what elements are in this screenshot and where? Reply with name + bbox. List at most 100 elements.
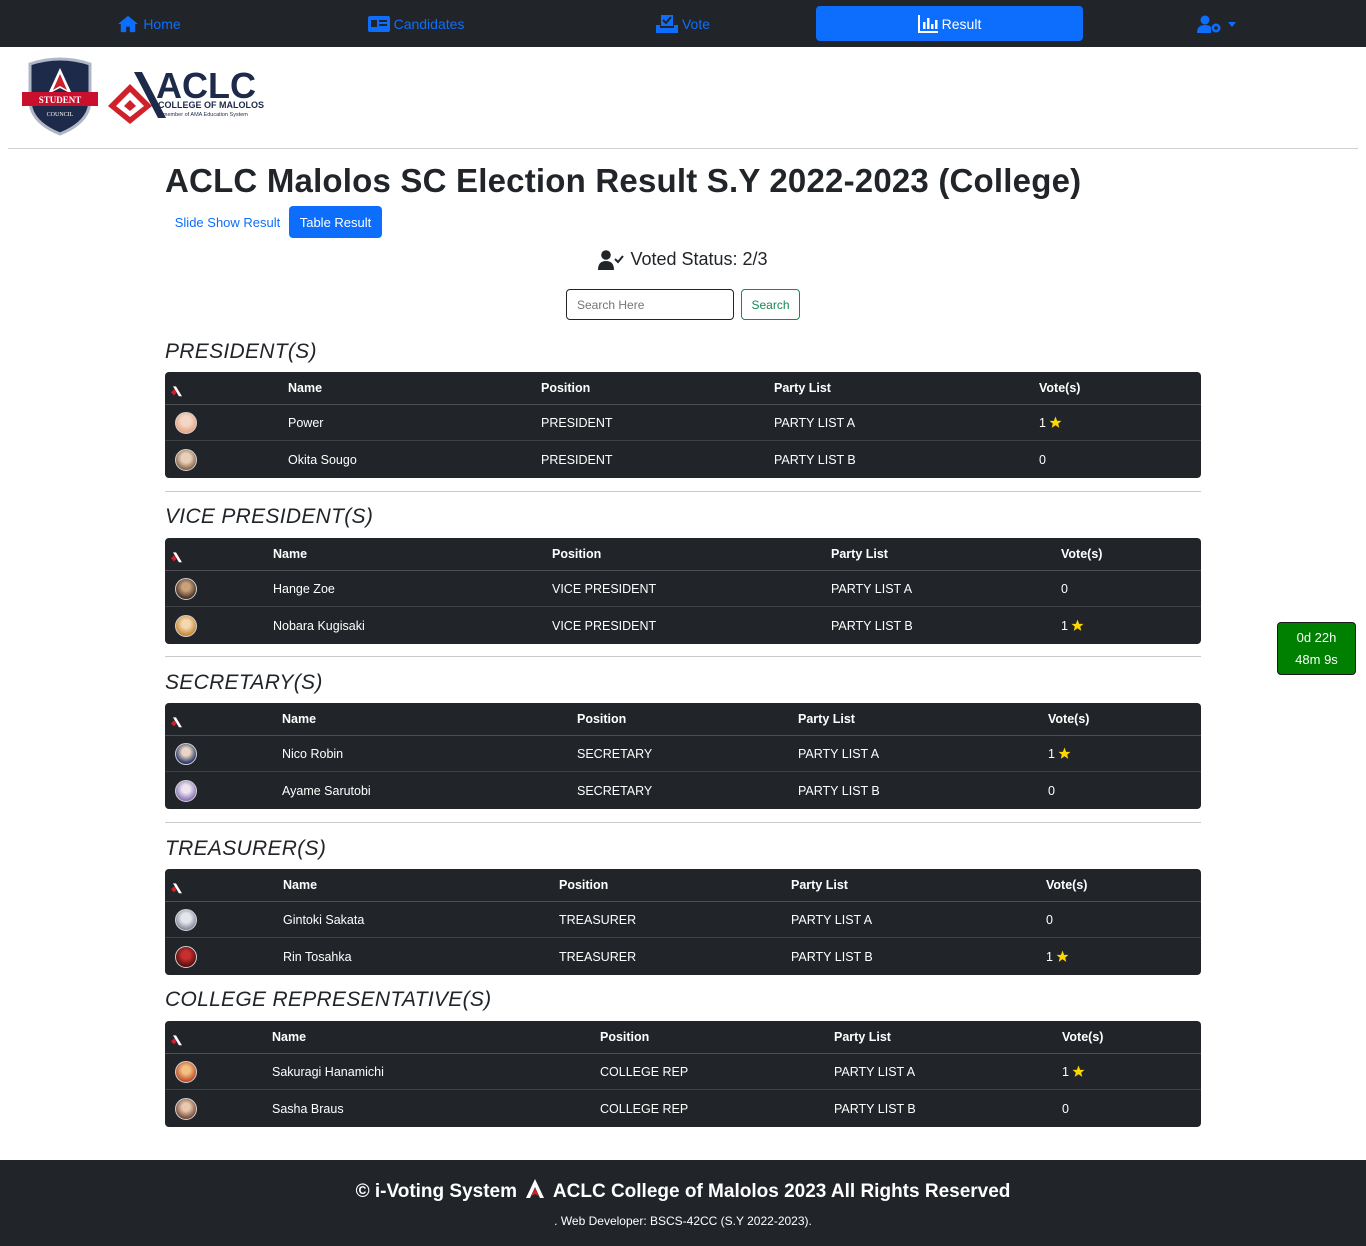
col-party: Party List bbox=[834, 1030, 891, 1044]
candidate-party: PARTY LIST B bbox=[798, 783, 880, 798]
candidate-avatar bbox=[175, 945, 197, 968]
candidate-position: SECRETARY bbox=[577, 746, 653, 761]
nav-result-label: Result bbox=[941, 15, 982, 32]
col-votes: Vote(s) bbox=[1062, 1030, 1104, 1044]
user-menu-dropdown[interactable] bbox=[1190, 6, 1242, 41]
candidate-position: TREASURER bbox=[559, 912, 637, 927]
candidate-votes: 1 bbox=[1061, 619, 1084, 633]
star-icon bbox=[1058, 747, 1071, 759]
vote-count: 1 bbox=[1048, 746, 1055, 761]
nav-vote-label: Vote bbox=[681, 15, 711, 32]
candidate-party: PARTY LIST A bbox=[831, 581, 913, 596]
results-table-president: Name Position Party List Vote(s) Power P… bbox=[165, 372, 1201, 478]
table-header: Name Position Party List Vote(s) bbox=[165, 372, 1201, 405]
aclc-mini-logo-icon bbox=[171, 386, 182, 397]
table-row: Sasha Braus COLLEGE REP PARTY LIST B 0 bbox=[165, 1090, 1201, 1127]
table-row: Ayame Sarutobi SECRETARY PARTY LIST B 0 bbox=[165, 772, 1201, 809]
header-logos: STUDENT COUNCIL ACLC COLLEGE OF MALOLOS … bbox=[22, 56, 282, 136]
section-title-secretary: SECRETARY(S) bbox=[165, 671, 323, 694]
footer-copyright-right: ACLC College of Malolos 2023 All Rights … bbox=[552, 1181, 1011, 1202]
candidate-party: PARTY LIST B bbox=[834, 1101, 916, 1116]
col-party: Party List bbox=[798, 712, 855, 726]
aclc-college-text: COLLEGE OF MALOLOS bbox=[158, 100, 264, 110]
candidate-name: Power bbox=[288, 415, 324, 430]
top-navbar: Home Candidates Vote Result bbox=[0, 0, 1366, 47]
bar-chart-icon bbox=[917, 14, 938, 33]
section-title-president: PRESIDENT(S) bbox=[165, 340, 317, 363]
results-table-treasurer: Name Position Party List Vote(s) Gintoki… bbox=[165, 869, 1201, 975]
aclc-mini-logo-icon bbox=[171, 552, 182, 563]
col-votes: Vote(s) bbox=[1039, 381, 1081, 395]
candidate-avatar bbox=[175, 577, 197, 600]
col-name: Name bbox=[282, 712, 317, 726]
vote-box-icon bbox=[655, 14, 678, 33]
col-name: Name bbox=[272, 1030, 307, 1044]
star-icon bbox=[1071, 619, 1084, 631]
candidate-party: PARTY LIST B bbox=[831, 618, 913, 633]
candidate-name: Ayame Sarutobi bbox=[282, 783, 371, 798]
nav-result[interactable]: Result bbox=[816, 6, 1083, 41]
vote-count: 1 bbox=[1046, 949, 1053, 964]
section-divider bbox=[165, 822, 1201, 823]
col-position: Position bbox=[552, 547, 602, 561]
candidate-votes: 1 bbox=[1039, 416, 1062, 430]
candidate-name: Nobara Kugisaki bbox=[273, 618, 365, 633]
section-divider bbox=[165, 656, 1201, 657]
vote-count: 1 bbox=[1062, 1064, 1069, 1079]
nav-home[interactable]: Home bbox=[110, 6, 188, 41]
search-button[interactable]: Search bbox=[741, 289, 800, 320]
col-position: Position bbox=[577, 712, 627, 726]
header-divider bbox=[8, 148, 1358, 149]
candidate-name: Sakuragi Hanamichi bbox=[272, 1064, 384, 1079]
candidate-party: PARTY LIST A bbox=[798, 746, 880, 761]
col-position: Position bbox=[600, 1030, 650, 1044]
aclc-mini-logo-icon bbox=[171, 1035, 182, 1046]
footer-copyright: © i-Voting System ACLC College of Malolo… bbox=[0, 1178, 1366, 1203]
candidate-name: Nico Robin bbox=[282, 746, 344, 761]
tab-slide-show-result[interactable]: Slide Show Result bbox=[170, 206, 285, 238]
candidate-name: Rin Tosahka bbox=[283, 949, 352, 964]
candidate-votes: 0 bbox=[1061, 581, 1068, 596]
page-title: ACLC Malolos SC Election Result S.Y 2022… bbox=[165, 162, 1082, 199]
chevron-down-icon bbox=[1227, 22, 1236, 27]
nav-vote[interactable]: Vote bbox=[648, 6, 718, 41]
table-row: Power PRESIDENT PARTY LIST A 1 bbox=[165, 405, 1201, 441]
col-votes: Vote(s) bbox=[1046, 878, 1088, 892]
nav-candidates-label: Candidates bbox=[393, 15, 465, 32]
col-party: Party List bbox=[774, 381, 831, 395]
tab-table-result[interactable]: Table Result bbox=[289, 206, 382, 238]
search-input[interactable] bbox=[566, 289, 734, 320]
candidate-avatar bbox=[175, 1097, 197, 1120]
aclc-member-text: A member of AMA Education System bbox=[158, 112, 248, 118]
section-title-treasurer: TREASURER(S) bbox=[165, 837, 327, 860]
star-icon bbox=[1049, 416, 1062, 428]
vote-count: 1 bbox=[1061, 618, 1068, 633]
candidate-votes: 0 bbox=[1039, 452, 1046, 467]
candidate-avatar bbox=[175, 1060, 197, 1083]
table-header: Name Position Party List Vote(s) bbox=[165, 869, 1201, 902]
candidate-avatar bbox=[175, 908, 197, 931]
nav-candidates[interactable]: Candidates bbox=[362, 6, 470, 41]
home-icon bbox=[118, 15, 139, 32]
candidate-name: Okita Sougo bbox=[288, 452, 357, 467]
student-council-text-1: STUDENT bbox=[39, 95, 82, 105]
candidate-position: PRESIDENT bbox=[541, 415, 613, 430]
candidate-votes: 1 bbox=[1062, 1065, 1085, 1079]
col-name: Name bbox=[288, 381, 323, 395]
timer-line-1: 0d 22h bbox=[1296, 630, 1337, 645]
candidate-avatar bbox=[175, 779, 197, 802]
aclc-mini-logo-icon bbox=[526, 1179, 545, 1198]
candidate-votes: 1 bbox=[1048, 747, 1071, 761]
student-council-logo: STUDENT COUNCIL bbox=[22, 57, 98, 136]
candidate-party: PARTY LIST A bbox=[834, 1064, 916, 1079]
table-row: Okita Sougo PRESIDENT PARTY LIST B 0 bbox=[165, 441, 1201, 478]
aclc-mini-logo-icon bbox=[171, 883, 182, 894]
star-icon bbox=[1072, 1065, 1085, 1077]
candidate-party: PARTY LIST A bbox=[774, 415, 856, 430]
col-party: Party List bbox=[791, 878, 848, 892]
candidate-avatar bbox=[175, 614, 197, 637]
col-votes: Vote(s) bbox=[1061, 547, 1103, 561]
table-header: Name Position Party List Vote(s) bbox=[165, 538, 1201, 571]
table-row: Nobara Kugisaki VICE PRESIDENT PARTY LIS… bbox=[165, 607, 1201, 644]
footer: © i-Voting System ACLC College of Malolo… bbox=[0, 1160, 1366, 1246]
